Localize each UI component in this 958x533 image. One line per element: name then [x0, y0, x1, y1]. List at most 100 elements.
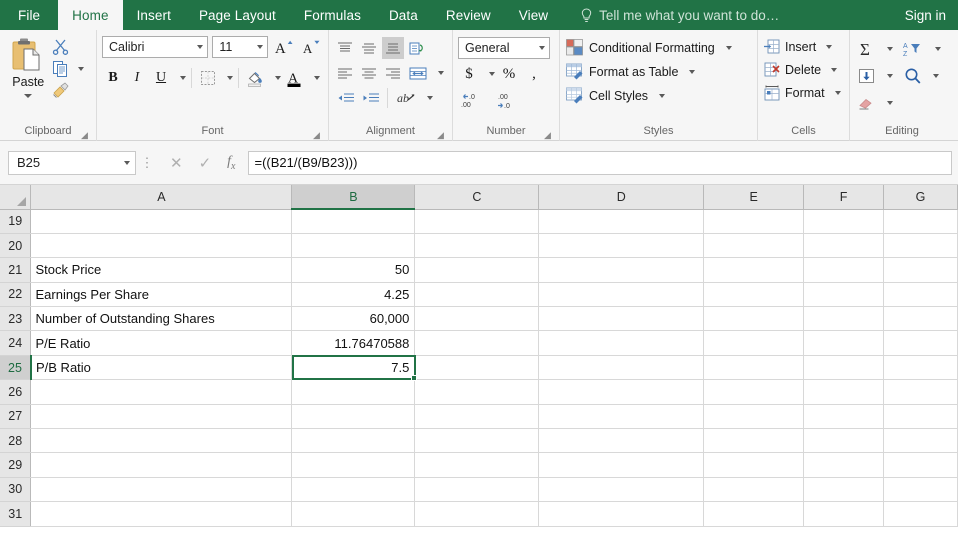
cell-g30[interactable] — [884, 477, 958, 501]
format-cells-chevron-down-icon[interactable] — [835, 91, 841, 95]
autosum-chevron-down-icon[interactable] — [887, 47, 893, 51]
cell-g27[interactable] — [884, 404, 958, 428]
sort-filter-chevron-down-icon[interactable] — [935, 47, 941, 51]
cell-d27[interactable] — [539, 404, 704, 428]
tab-file[interactable]: File — [0, 0, 58, 30]
row-header-30[interactable]: 30 — [0, 477, 31, 501]
cell-c22[interactable] — [415, 282, 539, 306]
format-as-table-chevron-down-icon[interactable] — [689, 70, 695, 74]
cell-f30[interactable] — [804, 477, 884, 501]
cell-e26[interactable] — [704, 380, 804, 404]
column-header-e[interactable]: E — [704, 185, 804, 209]
cell-d28[interactable] — [539, 429, 704, 453]
fill-handle[interactable] — [411, 375, 417, 381]
cell-d20[interactable] — [539, 233, 704, 257]
cell-f28[interactable] — [804, 429, 884, 453]
cell-d22[interactable] — [539, 282, 704, 306]
delete-cells-chevron-down-icon[interactable] — [831, 68, 837, 72]
cell-e22[interactable] — [704, 282, 804, 306]
cell-d19[interactable] — [539, 209, 704, 233]
fill-color-button[interactable] — [244, 67, 267, 89]
cell-g20[interactable] — [884, 233, 958, 257]
cell-f31[interactable] — [804, 502, 884, 526]
cell-a31[interactable] — [31, 502, 292, 526]
row-header-22[interactable]: 22 — [0, 282, 31, 306]
row-header-25[interactable]: 25 — [0, 355, 31, 379]
copy-chevron-down-icon[interactable] — [78, 67, 84, 71]
format-cells-button[interactable]: Format — [763, 84, 841, 102]
cell-g19[interactable] — [884, 209, 958, 233]
cell-a27[interactable] — [31, 404, 292, 428]
cell-f20[interactable] — [804, 233, 884, 257]
cell-b22[interactable]: 4.25 — [292, 282, 415, 306]
cell-d29[interactable] — [539, 453, 704, 477]
cell-b24[interactable]: 11.76470588 — [292, 331, 415, 355]
cell-e31[interactable] — [704, 502, 804, 526]
tab-page-layout[interactable]: Page Layout — [185, 0, 290, 30]
fill-color-chevron-down-icon[interactable] — [275, 76, 281, 80]
cell-g31[interactable] — [884, 502, 958, 526]
orientation-button[interactable] — [406, 37, 428, 59]
cell-g26[interactable] — [884, 380, 958, 404]
tab-data[interactable]: Data — [375, 0, 432, 30]
cell-b21[interactable]: 50 — [292, 258, 415, 282]
cell-d24[interactable] — [539, 331, 704, 355]
cell-f29[interactable] — [804, 453, 884, 477]
font-name-combo[interactable]: Calibri — [102, 36, 208, 58]
row-header-23[interactable]: 23 — [0, 307, 31, 331]
cell-a30[interactable] — [31, 477, 292, 501]
cell-styles-chevron-down-icon[interactable] — [659, 94, 665, 98]
cell-a22[interactable]: Earnings Per Share — [31, 282, 292, 306]
formula-input[interactable]: =((B21/(B9/B23))) — [248, 151, 953, 175]
cell-f21[interactable] — [804, 258, 884, 282]
row-header-28[interactable]: 28 — [0, 429, 31, 453]
row-header-31[interactable]: 31 — [0, 502, 31, 526]
row-header-19[interactable]: 19 — [0, 209, 31, 233]
cell-e25[interactable] — [704, 355, 804, 379]
fill-chevron-down-icon[interactable] — [887, 74, 893, 78]
increase-font-size-button[interactable]: A — [272, 36, 296, 58]
underline-button[interactable]: U — [150, 67, 172, 89]
cell-e29[interactable] — [704, 453, 804, 477]
cell-styles-button[interactable]: Cell Styles — [565, 86, 732, 105]
cell-g28[interactable] — [884, 429, 958, 453]
decrease-decimal-button[interactable]: .00 .0 — [494, 89, 522, 111]
enter-check-icon[interactable]: ✓ — [199, 154, 212, 172]
cell-g25[interactable] — [884, 355, 958, 379]
cell-a21[interactable]: Stock Price — [31, 258, 292, 282]
font-size-combo[interactable]: 11 — [212, 36, 267, 58]
cell-c26[interactable] — [415, 380, 539, 404]
format-painter-button[interactable] — [52, 82, 69, 99]
cell-a20[interactable] — [31, 233, 292, 257]
cell-a24[interactable]: P/E Ratio — [31, 331, 292, 355]
cell-d21[interactable] — [539, 258, 704, 282]
clear-chevron-down-icon[interactable] — [887, 101, 893, 105]
column-header-b[interactable]: B — [292, 185, 415, 209]
formula-bar-handle[interactable]: ⋮ — [136, 157, 158, 169]
cell-e23[interactable] — [704, 307, 804, 331]
cell-b19[interactable] — [292, 209, 415, 233]
column-header-a[interactable]: A — [31, 185, 292, 209]
cell-a26[interactable] — [31, 380, 292, 404]
alignment-dialog-launcher-icon[interactable]: ◢ — [436, 131, 445, 140]
cell-d25[interactable] — [539, 355, 704, 379]
cell-d31[interactable] — [539, 502, 704, 526]
wrap-text-chevron-down-icon[interactable] — [438, 71, 444, 75]
font-color-button[interactable]: A — [283, 67, 306, 89]
font-size-chevron-down-icon[interactable] — [257, 45, 263, 49]
tell-me-search[interactable]: Tell me what you want to do… — [580, 0, 779, 30]
cell-d26[interactable] — [539, 380, 704, 404]
cell-b26[interactable] — [292, 380, 415, 404]
cell-b27[interactable] — [292, 404, 415, 428]
align-middle-button[interactable] — [358, 37, 380, 59]
cell-b30[interactable] — [292, 477, 415, 501]
cell-f24[interactable] — [804, 331, 884, 355]
align-right-button[interactable] — [382, 62, 404, 84]
cell-g23[interactable] — [884, 307, 958, 331]
align-left-button[interactable] — [334, 62, 356, 84]
cell-e21[interactable] — [704, 258, 804, 282]
find-and-select-button[interactable] — [901, 65, 925, 87]
cell-f26[interactable] — [804, 380, 884, 404]
cell-b23[interactable]: 60,000 — [292, 307, 415, 331]
cell-a29[interactable] — [31, 453, 292, 477]
